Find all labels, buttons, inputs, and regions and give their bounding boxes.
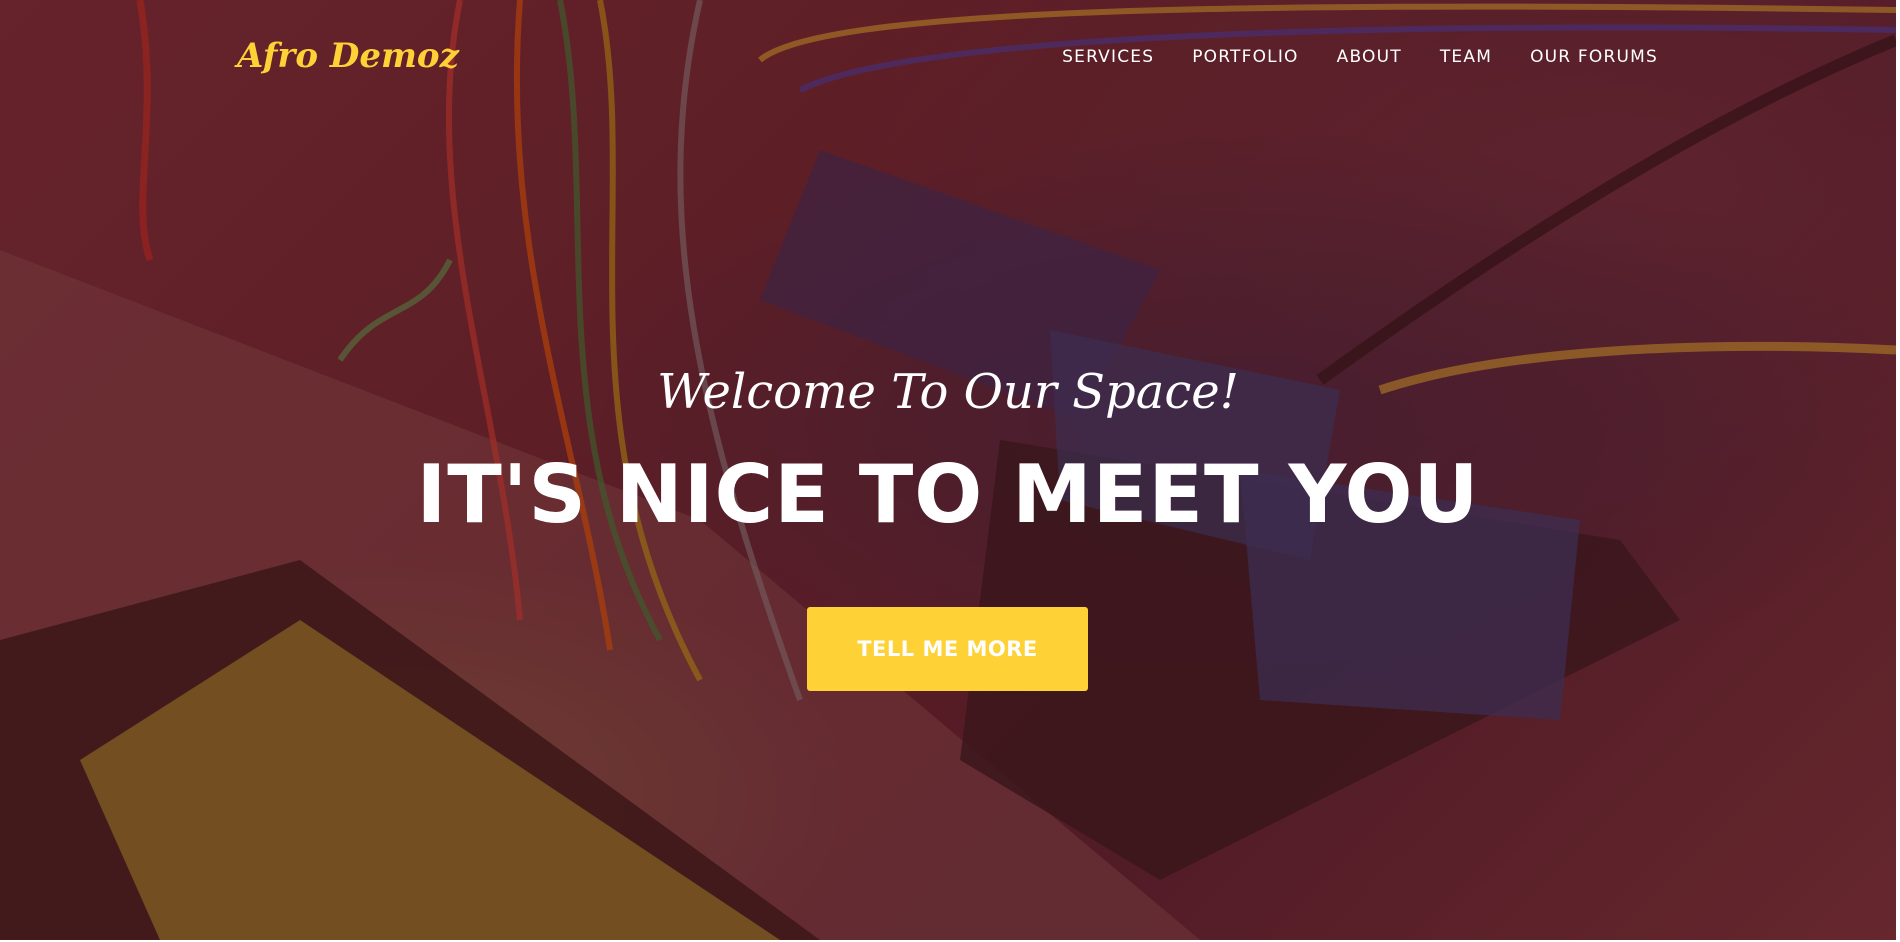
main-nav: SERVICES PORTFOLIO ABOUT TEAM OUR FORUMS [1062,47,1658,67]
hero-subheading: Welcome To Our Space! [657,364,1239,420]
hero-heading: IT'S NICE TO MEET YOU [416,448,1480,541]
hero-section: Afro Demoz SERVICES PORTFOLIO ABOUT TEAM… [0,0,1896,940]
nav-item-about[interactable]: ABOUT [1337,47,1402,67]
nav-item-services[interactable]: SERVICES [1062,47,1154,67]
page-edge-right [1896,0,1900,942]
tell-me-more-button[interactable]: TELL ME MORE [807,607,1088,691]
nav-item-our-forums[interactable]: OUR FORUMS [1530,47,1658,67]
nav-item-portfolio[interactable]: PORTFOLIO [1192,47,1298,67]
nav-item-team[interactable]: TEAM [1440,47,1492,67]
brand-logo[interactable]: Afro Demoz [237,36,459,76]
